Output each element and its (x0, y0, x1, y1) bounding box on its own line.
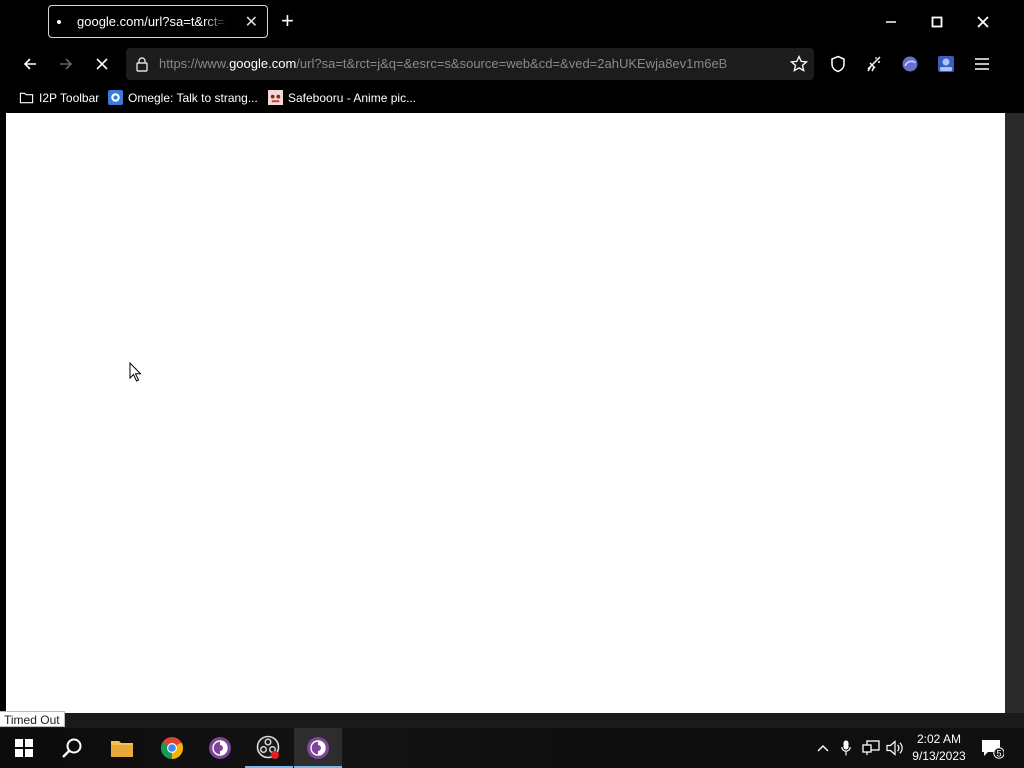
bookmark-omegle[interactable]: Omegle: Talk to strang... (108, 90, 258, 105)
minimize-button[interactable] (876, 8, 906, 36)
omegle-icon (108, 90, 123, 105)
extension-button-2[interactable] (934, 52, 958, 76)
obs-studio-icon (256, 735, 280, 759)
folder-icon (19, 92, 34, 104)
vertical-scrollbar[interactable] (1005, 113, 1024, 728)
microphone-icon (841, 740, 851, 756)
safebooru-icon (268, 90, 283, 105)
bookmark-safebooru[interactable]: Safebooru - Anime pic... (268, 90, 416, 105)
search-icon (62, 738, 82, 758)
clock-time: 2:02 AM (916, 732, 962, 746)
speaker-icon (886, 740, 903, 756)
new-tab-button[interactable]: + (281, 10, 294, 32)
lock-icon[interactable] (135, 56, 149, 72)
stop-loading-button[interactable] (90, 52, 114, 76)
chrome-icon (161, 737, 183, 759)
system-clock[interactable]: 2:02 AM 9/13/2023 (908, 731, 970, 765)
mouse-cursor-icon (129, 362, 142, 382)
broom-icon (867, 56, 881, 72)
volume-tray-icon[interactable] (884, 728, 906, 768)
address-bar[interactable]: https://www.google.com/url?sa=t&rct=j&q=… (126, 48, 814, 80)
maximize-button[interactable] (922, 8, 952, 36)
tab-close-icon[interactable]: ✕ (245, 12, 258, 32)
navigation-bar: https://www.google.com/url?sa=t&rct=j&q=… (0, 44, 1024, 84)
chevron-up-icon (817, 745, 829, 752)
status-text: Timed Out (0, 711, 65, 727)
bookmark-label: Safebooru - Anime pic... (288, 90, 417, 105)
tor-browser-icon (307, 737, 329, 759)
bookmark-label: I2P Toolbar (39, 90, 100, 105)
windows-logo-icon (15, 739, 33, 757)
forward-arrow-icon (60, 58, 73, 70)
browser-tab[interactable]: google.com/url?sa=t&rct=j&q=&esrc=s&sour… (48, 5, 268, 38)
taskbar-search-button[interactable] (48, 728, 96, 768)
taskbar-tor-browser-active[interactable] (294, 728, 342, 768)
bookmarks-toolbar: I2P Toolbar Omegle: Talk to strang... Sa… (0, 84, 1024, 113)
notification-count: 5 (996, 748, 1001, 758)
status-area (0, 713, 1024, 728)
bookmark-i2p-toolbar[interactable]: I2P Toolbar (19, 90, 99, 105)
new-identity-button[interactable] (862, 52, 886, 76)
taskbar-obs-studio[interactable] (245, 728, 293, 768)
notification-icon: 5 (982, 740, 1004, 759)
forward-button[interactable] (54, 52, 78, 76)
start-button[interactable] (0, 728, 48, 768)
taskbar-chrome[interactable] (148, 728, 196, 768)
menu-button[interactable] (970, 52, 994, 76)
network-icon (862, 740, 880, 755)
stop-icon (96, 58, 108, 70)
close-button[interactable] (968, 8, 998, 36)
taskbar-tor-browser[interactable] (196, 728, 244, 768)
tab-title: google.com/url?sa=t&rct=j&q=&esrc=s&sour… (77, 14, 227, 29)
tab-loading-icon (57, 19, 61, 24)
hamburger-menu-icon (975, 58, 989, 70)
taskbar-file-explorer[interactable] (98, 728, 146, 768)
bookmark-star-icon[interactable] (790, 55, 808, 73)
tor-browser-icon (209, 737, 231, 759)
close-icon (977, 16, 989, 28)
shield-button[interactable] (826, 52, 850, 76)
taskbar: 2:02 AM 9/13/2023 5 (0, 728, 1024, 768)
microphone-tray-icon[interactable] (836, 728, 856, 768)
minimize-icon (886, 21, 896, 23)
clock-date: 9/13/2023 (912, 749, 966, 763)
shield-icon (831, 55, 845, 73)
back-arrow-icon (23, 58, 36, 70)
extension-button-1[interactable] (898, 52, 922, 76)
back-button[interactable] (18, 52, 42, 76)
network-tray-icon[interactable] (860, 728, 882, 768)
extension-profile-icon (938, 56, 954, 72)
maximize-icon (931, 16, 943, 28)
extension-globe-icon (902, 56, 918, 72)
url-text[interactable]: https://www.google.com/url?sa=t&rct=j&q=… (159, 56, 779, 71)
folder-icon (111, 741, 133, 757)
bookmark-label: Omegle: Talk to strang... (128, 90, 258, 105)
tab-bar: google.com/url?sa=t&rct=j&q=&esrc=s&sour… (0, 0, 1024, 44)
show-hidden-icons-button[interactable] (812, 728, 834, 768)
notification-center-button[interactable]: 5 (978, 728, 1006, 768)
page-content[interactable] (6, 113, 1005, 713)
